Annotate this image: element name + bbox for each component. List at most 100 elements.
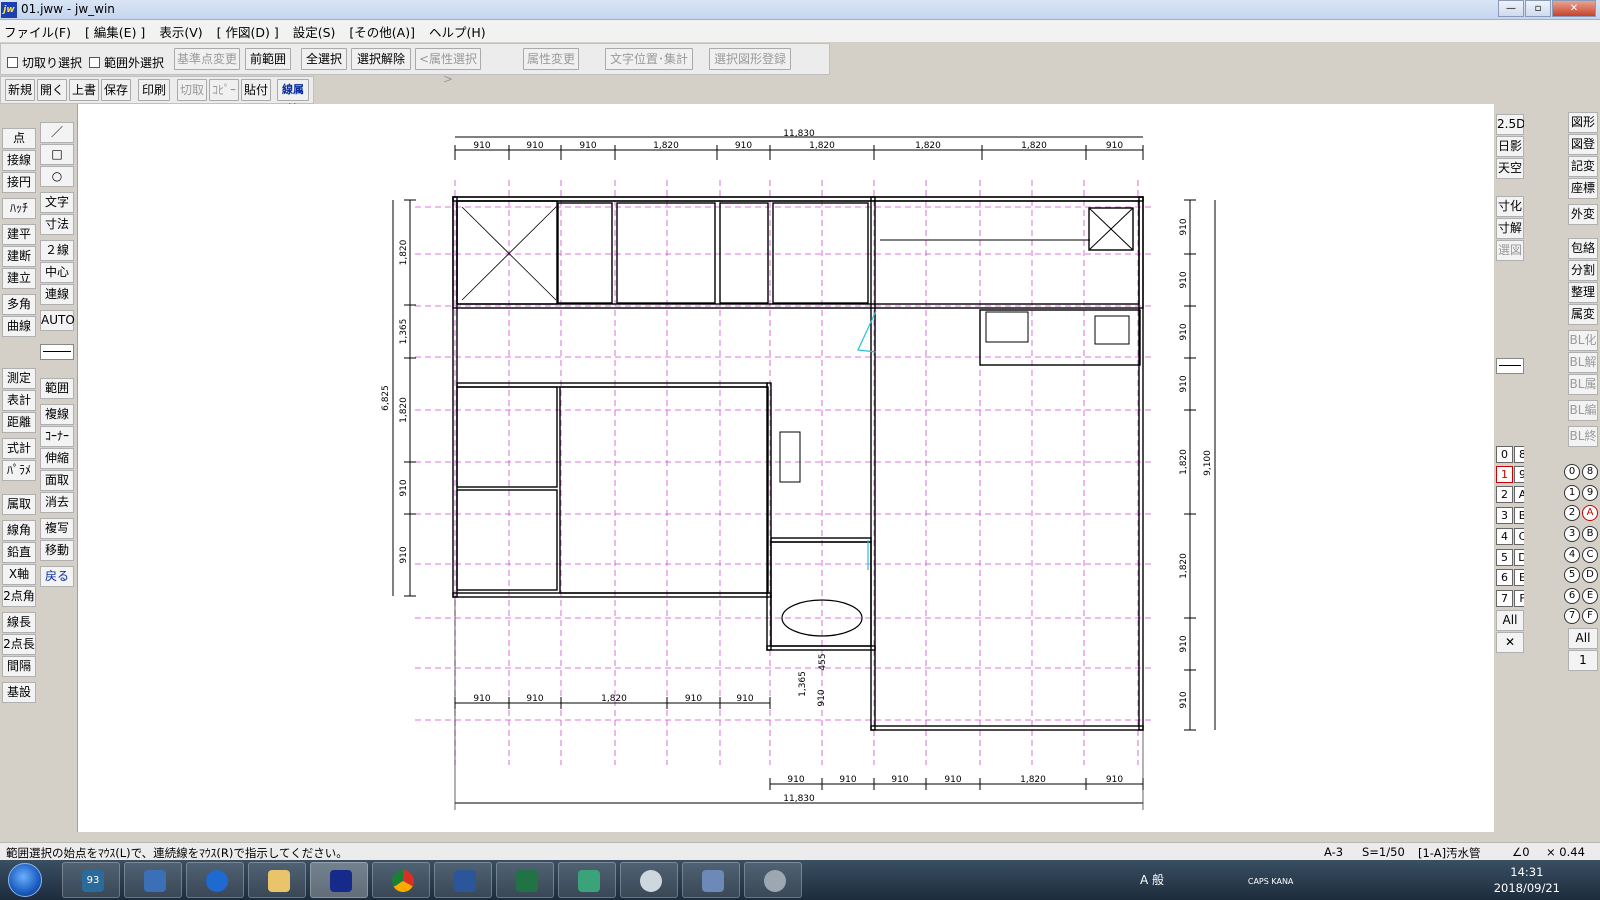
tool-measure[interactable]: 測定: [2, 368, 36, 389]
layer-7[interactable]: 7: [1564, 608, 1580, 624]
layer-group-7[interactable]: 7: [1496, 590, 1513, 607]
close-button[interactable]: ✕: [1552, 0, 1596, 17]
layer-group-0[interactable]: 0: [1496, 446, 1513, 463]
tool-undo[interactable]: 戻る: [40, 566, 74, 587]
layer-f[interactable]: F: [1582, 608, 1598, 624]
tool-block-create[interactable]: BL化: [1568, 330, 1598, 351]
open-button[interactable]: 開く: [37, 79, 67, 101]
layer-b[interactable]: B: [1582, 526, 1598, 542]
tool-table-calc[interactable]: 表計: [2, 390, 36, 411]
tool-2-5d-view[interactable]: 2.5D: [1496, 114, 1525, 135]
tool-divide[interactable]: 分割: [1568, 260, 1598, 281]
layer-group-close-icon[interactable]: ✕: [1496, 632, 1524, 653]
tool-hatch[interactable]: ﾊｯﾁ: [2, 198, 36, 219]
tool-attr-get[interactable]: 属取: [2, 494, 36, 515]
start-button[interactable]: [8, 863, 42, 897]
zoom-factor[interactable]: × 0.44: [1546, 845, 1585, 859]
menu-view[interactable]: 表示(V): [159, 22, 202, 41]
layer-6[interactable]: 6: [1564, 588, 1580, 604]
clock[interactable]: 14:31 2018/09/21: [1494, 864, 1560, 896]
layer-3[interactable]: 3: [1564, 526, 1580, 542]
paper-size[interactable]: A-3: [1324, 845, 1343, 859]
menu-edit[interactable]: [ 編集(E) ]: [85, 22, 145, 41]
tool-block-edit[interactable]: BL編: [1568, 400, 1598, 421]
tool-two-point-length[interactable]: 2点長: [2, 634, 36, 655]
tool-figure[interactable]: 図形: [1568, 112, 1598, 133]
tool-range[interactable]: 範囲: [40, 378, 74, 399]
tool-stretch[interactable]: 伸縮: [40, 448, 74, 469]
save-button[interactable]: 保存: [101, 79, 131, 101]
tool-circle[interactable]: ○: [40, 166, 74, 187]
attribute-change-button[interactable]: 属性変更: [523, 48, 579, 70]
tool-chamfer[interactable]: 面取: [40, 470, 74, 491]
prev-range-button[interactable]: 前範囲: [245, 48, 291, 70]
tool-dim-convert[interactable]: 寸化: [1496, 196, 1524, 217]
paste-button[interactable]: 貼付: [241, 79, 271, 101]
tool-point[interactable]: 点: [2, 128, 36, 149]
select-all-button[interactable]: 全選択: [301, 48, 347, 70]
tool-double-line[interactable]: ２線: [40, 240, 74, 261]
tool-cleanup[interactable]: 整理: [1568, 282, 1598, 303]
tool-auto[interactable]: AUTO: [40, 310, 75, 331]
tool-dimension[interactable]: 寸法: [40, 214, 74, 235]
tool-arch-elevation[interactable]: 建立: [2, 268, 36, 289]
line-attribute-button[interactable]: 線属性: [277, 79, 309, 116]
tool-block-explode[interactable]: BL解: [1568, 352, 1598, 373]
tool-arch-section[interactable]: 建断: [2, 246, 36, 267]
layer-1[interactable]: 1: [1564, 485, 1580, 501]
layer-5[interactable]: 5: [1564, 567, 1580, 583]
tool-figure-register[interactable]: 図登: [1568, 134, 1598, 155]
layer-2[interactable]: 2: [1564, 505, 1580, 521]
tool-erase[interactable]: 消去: [40, 492, 74, 513]
layer-group-2[interactable]: 2: [1496, 486, 1513, 503]
tool-attr-change[interactable]: 属変: [1568, 304, 1598, 325]
layer-0[interactable]: 0: [1564, 464, 1580, 480]
text-position-button[interactable]: 文字位置･集計: [605, 48, 693, 70]
print-button[interactable]: 印刷: [138, 79, 170, 101]
taskbar-folder-icon[interactable]: [248, 862, 306, 898]
tool-sky[interactable]: 天空: [1496, 158, 1524, 179]
menu-draw[interactable]: [ 作図(D) ]: [217, 22, 279, 41]
scale[interactable]: S=1/50: [1362, 845, 1405, 859]
taskbar-jww-icon[interactable]: [310, 862, 368, 898]
taskbar-app-93[interactable]: 93: [62, 862, 120, 898]
tool-line-angle[interactable]: 線角: [2, 520, 36, 541]
tool-dim-explode[interactable]: 寸解: [1496, 218, 1524, 239]
layer-all[interactable]: All: [1568, 628, 1598, 649]
menu-file[interactable]: ファイル(F): [4, 22, 71, 41]
tool-copy[interactable]: 複写: [40, 518, 74, 539]
tool-base-set[interactable]: 基設: [2, 682, 36, 703]
linetype-indicator-right[interactable]: [1496, 358, 1524, 374]
tool-continuous-line[interactable]: 連線: [40, 284, 74, 305]
tool-envelope[interactable]: 包絡: [1568, 238, 1598, 259]
layer-group-5[interactable]: 5: [1496, 549, 1513, 566]
tool-line[interactable]: ／: [40, 122, 74, 143]
tool-corner[interactable]: ｺｰﾅｰ: [40, 426, 74, 447]
cut-select-checkbox[interactable]: 切取り選択: [7, 54, 82, 71]
tool-external-change[interactable]: 外変: [1568, 204, 1598, 225]
maximize-button[interactable]: ▫: [1525, 0, 1551, 17]
layer-8[interactable]: 8: [1582, 464, 1598, 480]
tool-distance[interactable]: 距離: [2, 412, 36, 433]
tool-move[interactable]: 移動: [40, 540, 74, 561]
taskbar-word-icon[interactable]: [434, 862, 492, 898]
current-layer[interactable]: [1-A]汚水管: [1418, 845, 1481, 861]
tool-select-figure[interactable]: 選図: [1496, 240, 1524, 261]
tool-two-point-angle[interactable]: 2点角: [2, 586, 36, 607]
new-button[interactable]: 新規: [5, 79, 35, 101]
layer-group-6[interactable]: 6: [1496, 569, 1513, 586]
layer-group-1[interactable]: 1: [1496, 466, 1513, 483]
taskbar-speaker-icon[interactable]: [744, 862, 802, 898]
tool-center-line[interactable]: 中心線: [40, 262, 74, 298]
tool-block-attr[interactable]: BL属: [1568, 374, 1598, 395]
menu-other[interactable]: [その他(A)]: [349, 22, 415, 41]
menu-settings[interactable]: 設定(S): [293, 22, 336, 41]
layer-e[interactable]: E: [1582, 588, 1598, 604]
system-tray[interactable]: A 般 CAPS KANA: [1140, 871, 1293, 888]
tool-text[interactable]: 文字: [40, 192, 74, 213]
tool-offset-line[interactable]: 複線: [40, 404, 74, 425]
layer-4[interactable]: 4: [1564, 547, 1580, 563]
tool-arch-plan[interactable]: 建平: [2, 224, 36, 245]
tool-curve[interactable]: 曲線: [2, 316, 36, 337]
deselect-button[interactable]: 選択解除: [351, 48, 411, 70]
